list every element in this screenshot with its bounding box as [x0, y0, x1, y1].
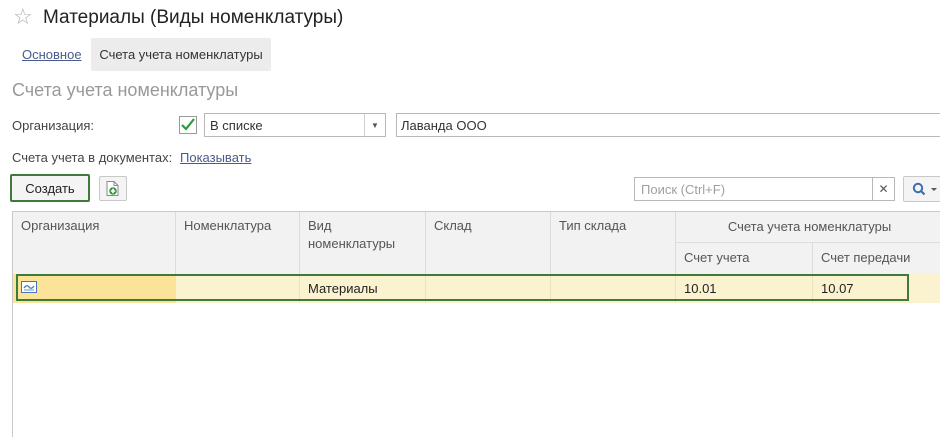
table-cell-kind[interactable]: Материалы [300, 274, 426, 303]
clear-search-icon[interactable]: ✕ [873, 177, 895, 201]
accounts-table: Организация Номенклатура Вид номенклатур… [12, 211, 940, 437]
copy-button[interactable] [99, 176, 127, 201]
copy-document-icon [106, 181, 119, 196]
table-cell-nomenclature[interactable] [176, 274, 300, 303]
page-title: Материалы (Виды номенклатуры) [43, 7, 344, 28]
table-cell-warehouse-type[interactable] [551, 274, 676, 303]
chevron-down-icon[interactable]: ▼ [364, 114, 385, 136]
table-row[interactable]: Материалы 10.01 10.07 [13, 274, 940, 303]
org-filter-mode-value: В списке [210, 118, 263, 133]
column-header-warehouse-type[interactable]: Тип склада [551, 212, 676, 274]
magnifier-icon [912, 182, 937, 196]
org-filter-label: Организация: [12, 118, 95, 133]
tab-main[interactable]: Основное [22, 47, 82, 62]
column-group-header-accounts: Счета учета номенклатуры [676, 212, 940, 243]
org-filter-mode-select[interactable]: В списке ▼ [204, 113, 386, 137]
table-cell-transfer-account[interactable]: 10.07 [813, 274, 940, 303]
search-input[interactable] [634, 177, 873, 201]
doc-accounts-label: Счета учета в документах: [12, 150, 173, 165]
section-title: Счета учета номенклатуры [12, 80, 239, 100]
column-header-warehouse[interactable]: Склад [426, 212, 551, 274]
column-header-transfer-account[interactable]: Счет передачи [813, 243, 940, 274]
org-filter-value: Лаванда ООО [401, 118, 487, 133]
column-header-org[interactable]: Организация [13, 212, 176, 274]
checkmark-icon [179, 116, 197, 134]
org-filter-checkbox[interactable] [179, 116, 197, 134]
search-button[interactable] [903, 176, 940, 202]
tab-accounts[interactable]: Счета учета номенклатуры [91, 38, 271, 71]
table-cell-account[interactable]: 10.01 [676, 274, 813, 303]
doc-accounts-show-link[interactable]: Показывать [180, 150, 251, 165]
column-header-account[interactable]: Счет учета [676, 243, 813, 274]
table-cell-org[interactable] [13, 274, 176, 303]
create-button[interactable]: Создать [10, 174, 90, 202]
column-header-kind[interactable]: Вид номенклатуры [300, 212, 426, 274]
org-filter-value-field[interactable]: Лаванда ООО [396, 113, 940, 137]
favorite-star-icon[interactable]: ☆ [13, 4, 33, 30]
record-icon [21, 281, 37, 293]
column-header-nomenclature[interactable]: Номенклатура [176, 212, 300, 274]
table-cell-warehouse[interactable] [426, 274, 551, 303]
